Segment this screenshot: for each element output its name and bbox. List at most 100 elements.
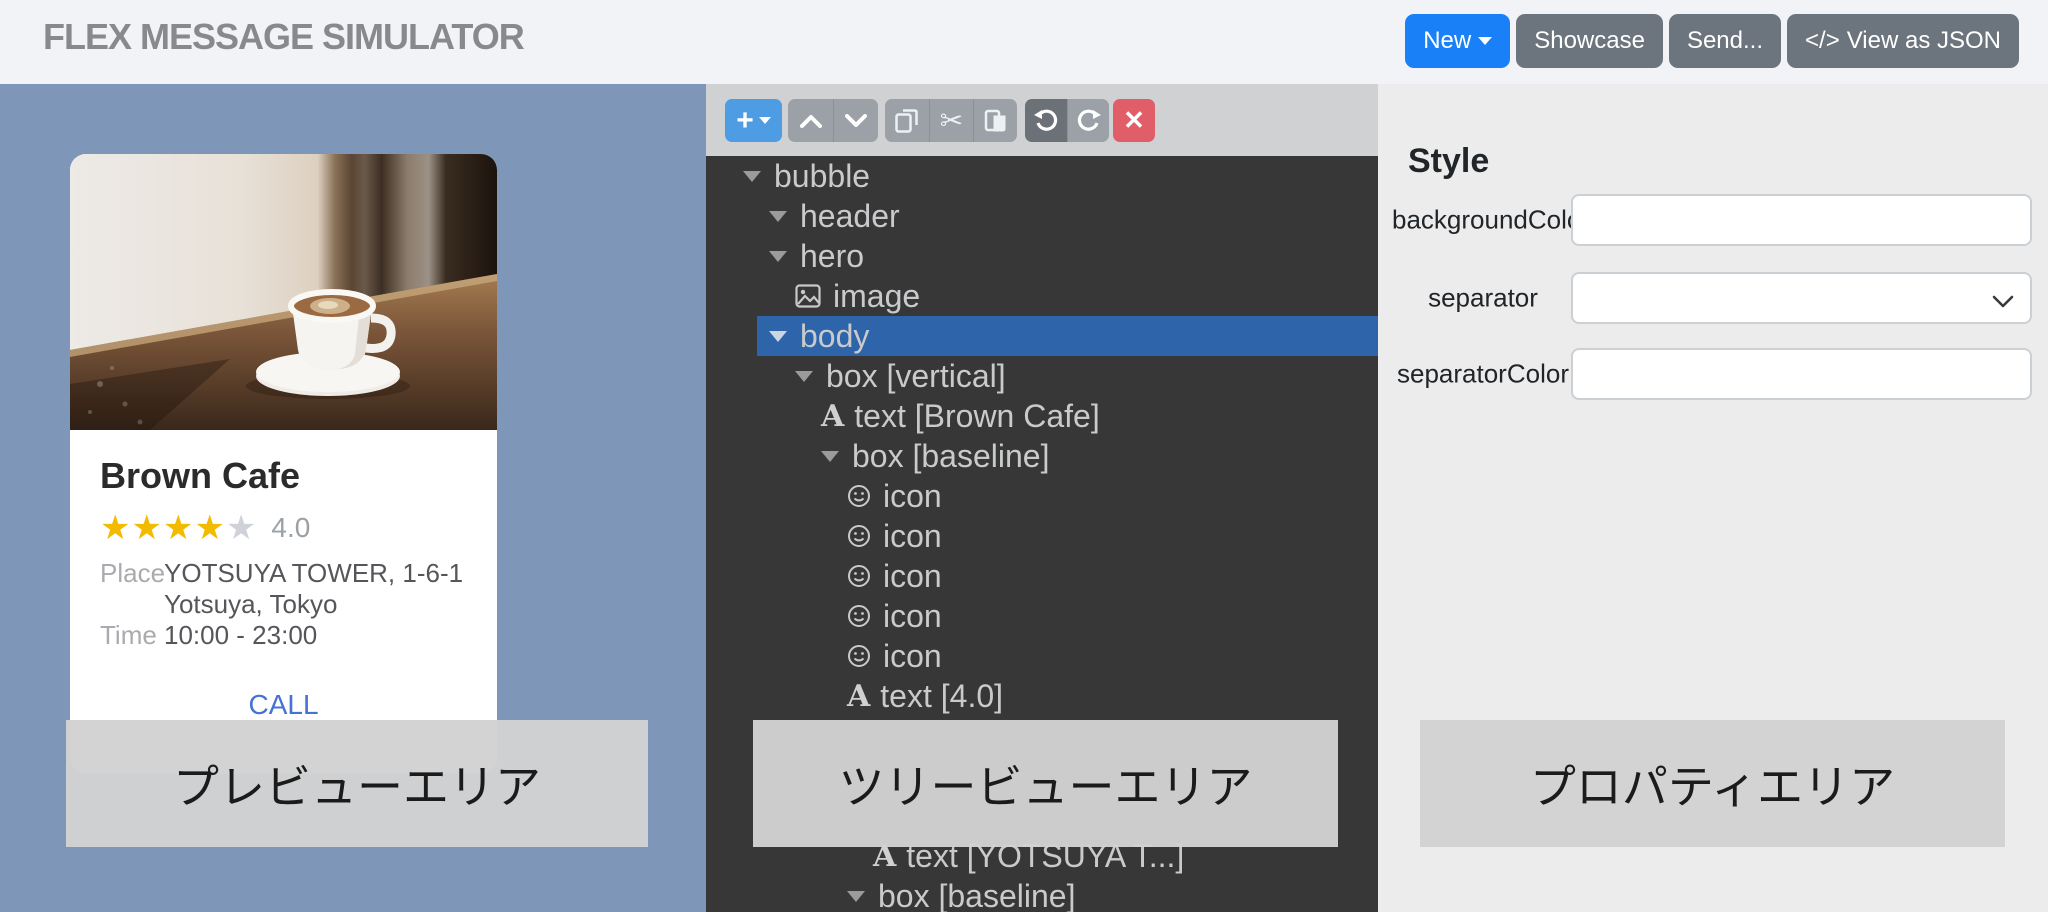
smiley-icon: [847, 604, 871, 628]
tree-node-icon[interactable]: icon: [706, 596, 1378, 636]
separator-select[interactable]: [1571, 272, 2032, 324]
property-area-overlay-label: プロパティエリア: [1420, 720, 2005, 847]
undo-icon: [1034, 109, 1058, 133]
smiley-icon: [847, 564, 871, 588]
caret-down-icon: [821, 451, 839, 462]
info-row-place: PlaceYOTSUYA TOWER, 1-6-1 Yotsuya, Tokyo: [100, 558, 467, 620]
chevron-up-icon: [800, 114, 822, 128]
info-value: YOTSUYA TOWER, 1-6-1 Yotsuya, Tokyo: [164, 558, 464, 620]
style-heading: Style: [1408, 142, 1489, 181]
image-icon: [795, 284, 821, 308]
caret-down-icon: [743, 171, 761, 182]
paste-button[interactable]: [973, 99, 1017, 142]
tree-node-box-vertical[interactable]: box [vertical]: [706, 356, 1378, 396]
tree-node-label: box [vertical]: [826, 358, 1006, 395]
star-filled-icons: ★★★★: [100, 510, 226, 546]
paste-icon: [984, 108, 1008, 134]
tree-node-hero[interactable]: hero: [706, 236, 1378, 276]
chevron-down-icon: [845, 114, 867, 128]
tree-node-label: image: [833, 278, 920, 315]
undo-button[interactable]: [1025, 99, 1067, 142]
background-color-input[interactable]: [1571, 194, 2032, 246]
delete-node-button[interactable]: ✕: [1113, 99, 1155, 142]
separator-color-label: separatorColor: [1392, 359, 1574, 390]
flex-message-bubble: Brown Cafe ★★★★★ 4.0 PlaceYOTSUYA TOWER,…: [70, 154, 497, 774]
showcase-label: Showcase: [1534, 27, 1645, 55]
tree-node-icon[interactable]: icon: [706, 476, 1378, 516]
tree-toolbar: + ✂: [706, 84, 1378, 156]
info-rows: PlaceYOTSUYA TOWER, 1-6-1 Yotsuya, Tokyo…: [100, 558, 467, 651]
move-down-button[interactable]: [833, 99, 878, 142]
x-icon: ✕: [1123, 105, 1145, 136]
caret-down-icon: [769, 211, 787, 222]
showcase-button[interactable]: Showcase: [1516, 14, 1663, 68]
tree-node-label: body: [800, 318, 869, 355]
caret-down-icon: [759, 117, 771, 124]
tree-node-body[interactable]: body: [706, 316, 1378, 356]
caret-down-icon: [1478, 37, 1492, 45]
scissors-icon: ✂: [940, 104, 963, 137]
move-up-button[interactable]: [788, 99, 833, 142]
separator-color-input[interactable]: [1571, 348, 2032, 400]
tree-node-label: box [baseline]: [852, 438, 1049, 475]
chevron-down-icon: [1992, 295, 2014, 308]
tree-node-box-baseline[interactable]: box [baseline]: [706, 876, 1378, 912]
rating-value: 4.0: [271, 510, 310, 546]
tree-node-label: header: [800, 198, 900, 235]
tree-node-label: icon: [883, 518, 942, 555]
caret-down-icon: [795, 371, 813, 382]
tree-node-label: icon: [883, 598, 942, 635]
info-value: 10:00 - 23:00: [164, 620, 464, 651]
app-title: FLEX MESSAGE SIMULATOR: [43, 16, 524, 58]
tree-node-box-baseline[interactable]: box [baseline]: [706, 436, 1378, 476]
tree-node-label: icon: [883, 558, 942, 595]
hero-image: [70, 154, 497, 430]
background-color-label: backgroundColo: [1392, 205, 1574, 236]
text-icon: A: [821, 399, 844, 434]
tree-node-icon[interactable]: icon: [706, 556, 1378, 596]
tree-node-icon[interactable]: icon: [706, 636, 1378, 676]
header-buttons: New Showcase Send... </>View as JSON: [1405, 14, 2019, 68]
tree-node-label: box [baseline]: [878, 878, 1075, 912]
copy-button[interactable]: [885, 99, 929, 142]
tree-node-label: text [4.0]: [880, 678, 1003, 715]
tree-node-label: hero: [800, 238, 864, 275]
caret-down-icon: [769, 251, 787, 262]
new-button[interactable]: New: [1405, 14, 1510, 68]
tree-node-text-4-0[interactable]: Atext [4.0]: [706, 676, 1378, 716]
info-row-time: Time10:00 - 23:00: [100, 620, 467, 651]
tree-node-label: icon: [883, 478, 942, 515]
cut-button[interactable]: ✂: [929, 99, 973, 142]
send-label: Send...: [1687, 27, 1763, 55]
info-label: Time: [100, 620, 164, 651]
call-button[interactable]: CALL: [100, 689, 467, 721]
tree-node-bubble[interactable]: bubble: [706, 156, 1378, 196]
bubble-body: Brown Cafe ★★★★★ 4.0 PlaceYOTSUYA TOWER,…: [70, 430, 497, 721]
send-button[interactable]: Send...: [1669, 14, 1781, 68]
rating-stars: ★★★★★ 4.0: [100, 510, 467, 546]
cafe-title: Brown Cafe: [100, 456, 467, 496]
tree-node-image[interactable]: image: [706, 276, 1378, 316]
tree-node-label: icon: [883, 638, 942, 675]
tree-node-header[interactable]: header: [706, 196, 1378, 236]
star-empty-icon: ★: [226, 510, 257, 546]
code-icon: </>: [1805, 27, 1840, 55]
preview-area-overlay-label: プレビューエリア: [66, 720, 648, 847]
tree-node-label: text [Brown Cafe]: [854, 398, 1099, 435]
info-label: Place: [100, 558, 164, 620]
copy-icon: [895, 108, 919, 134]
tree-node-text-brown-cafe[interactable]: Atext [Brown Cafe]: [706, 396, 1378, 436]
redo-button[interactable]: [1067, 99, 1109, 142]
add-node-button[interactable]: +: [725, 99, 782, 142]
tree-node-icon[interactable]: icon: [706, 516, 1378, 556]
redo-icon: [1077, 109, 1101, 133]
new-button-label: New: [1423, 27, 1471, 55]
smiley-icon: [847, 524, 871, 548]
tree-view-area-overlay-label: ツリービューエリア: [753, 720, 1338, 847]
caret-down-icon: [769, 331, 787, 342]
smiley-icon: [847, 644, 871, 668]
view-json-label: View as JSON: [1847, 27, 2001, 55]
view-json-button[interactable]: </>View as JSON: [1787, 14, 2019, 68]
app-header: FLEX MESSAGE SIMULATOR New Showcase Send…: [0, 0, 2048, 84]
separator-label: separator: [1392, 283, 1574, 314]
